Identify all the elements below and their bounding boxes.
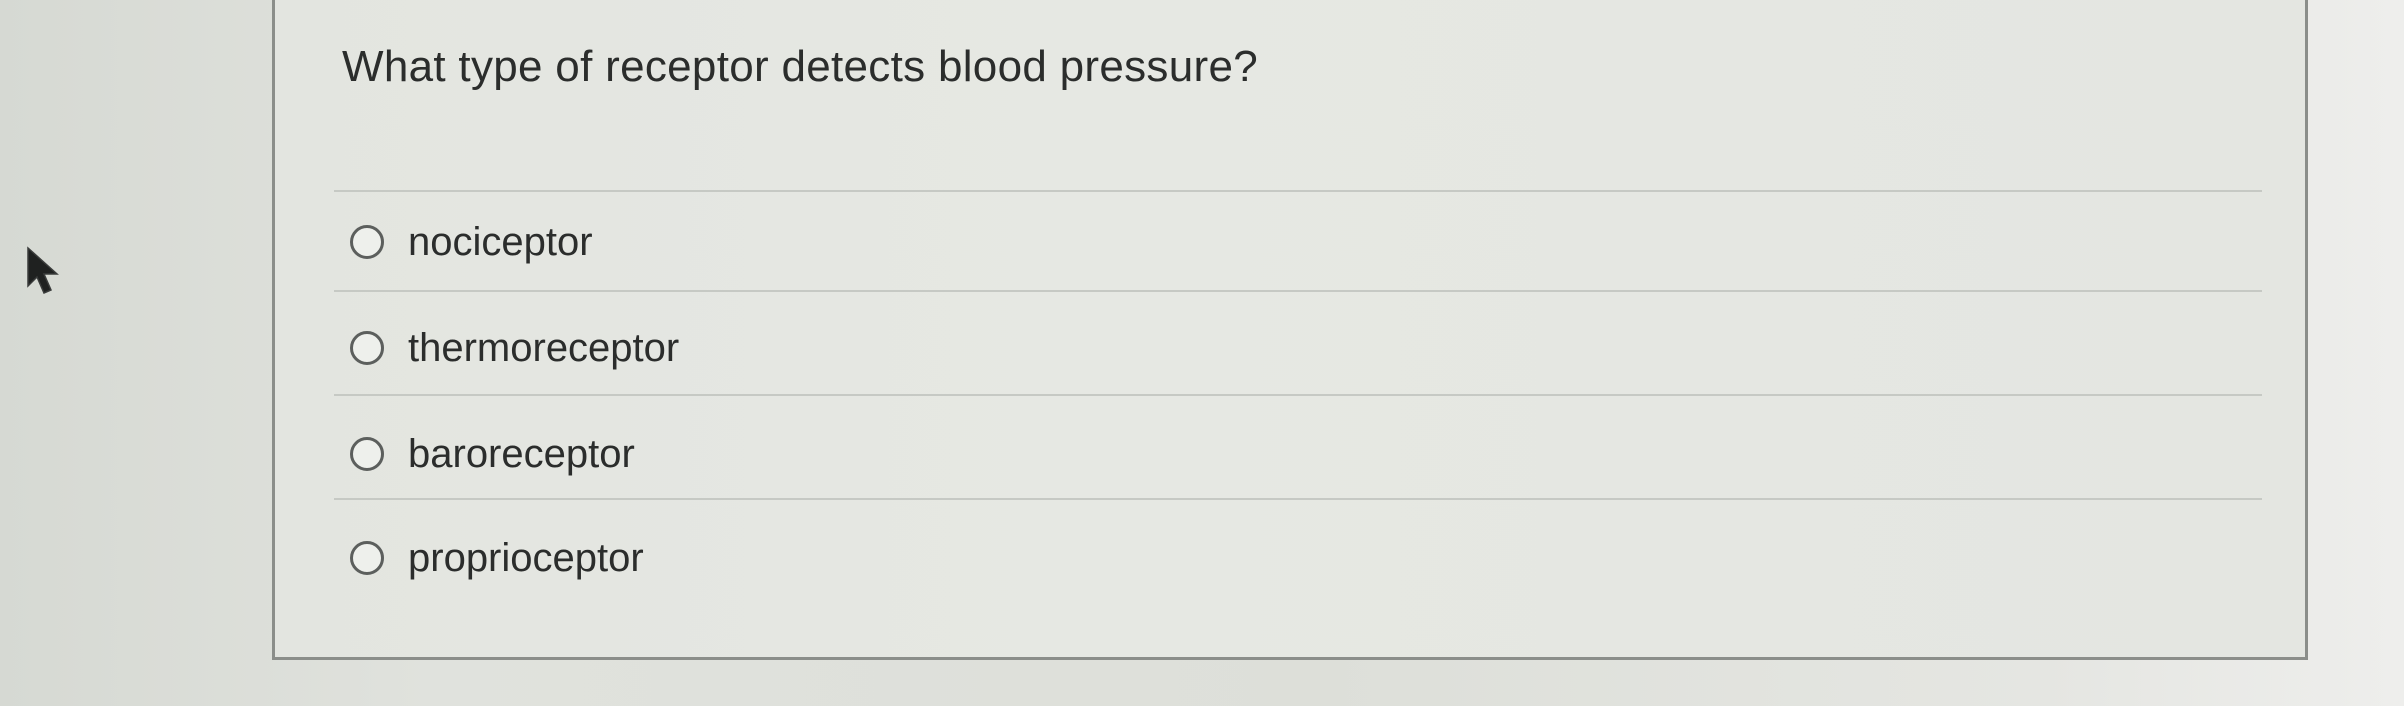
radio-button[interactable]	[350, 225, 384, 259]
divider	[334, 498, 2262, 500]
mouse-pointer-icon	[27, 246, 59, 294]
option-thermoreceptor[interactable]: thermoreceptor	[350, 320, 679, 376]
radio-button[interactable]	[350, 331, 384, 365]
divider	[334, 394, 2262, 396]
option-baroreceptor[interactable]: baroreceptor	[350, 426, 635, 482]
divider	[334, 190, 2262, 192]
option-label: proprioceptor	[408, 535, 644, 580]
radio-button[interactable]	[350, 437, 384, 471]
option-label: thermoreceptor	[408, 325, 680, 370]
question-text: What type of receptor detects blood pres…	[342, 42, 1258, 91]
option-nociceptor[interactable]: nociceptor	[350, 214, 593, 270]
divider	[334, 290, 2262, 292]
option-label: baroreceptor	[408, 431, 635, 476]
option-label: nociceptor	[408, 219, 593, 264]
radio-button[interactable]	[350, 541, 384, 575]
option-proprioceptor[interactable]: proprioceptor	[350, 530, 644, 586]
